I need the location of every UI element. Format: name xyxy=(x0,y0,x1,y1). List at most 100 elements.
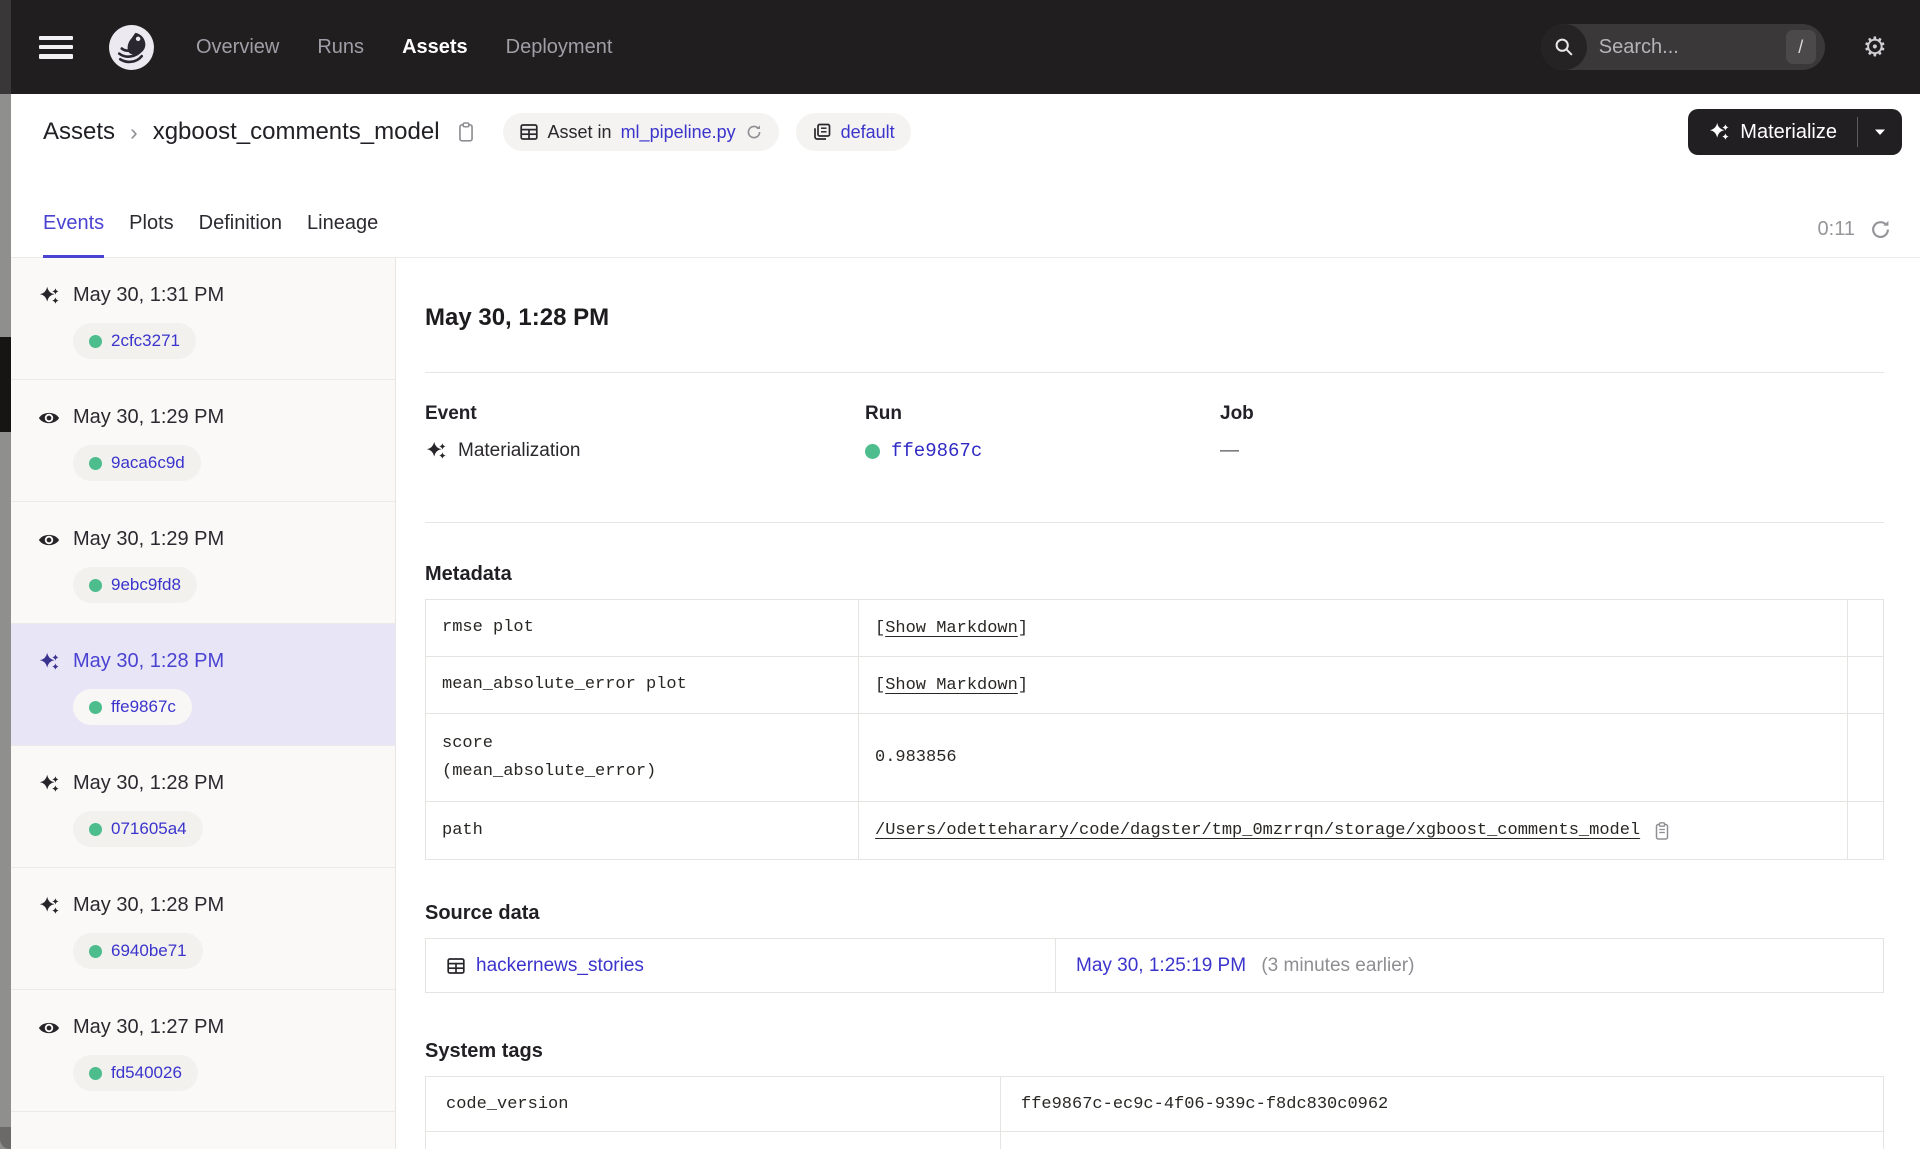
metadata-key: rmse plot xyxy=(425,599,859,657)
event-time: May 30, 1:28 PM xyxy=(73,894,225,916)
metadata-key: score (mean_absolute_error) xyxy=(425,713,859,802)
event-time: May 30, 1:28 PM xyxy=(73,650,225,672)
tab-plots[interactable]: Plots xyxy=(129,212,173,258)
run-id-link[interactable]: ffe9867c xyxy=(891,440,982,462)
event-list: May 30, 1:31 PM 2cfc3271 May 30, 1:29 PM… xyxy=(11,258,396,1149)
materialization-sparkle-icon xyxy=(39,774,59,792)
nav-item-assets[interactable]: Assets xyxy=(402,36,468,59)
event-time: May 30, 1:27 PM xyxy=(73,1016,225,1038)
materialization-sparkle-icon xyxy=(39,286,59,304)
event-time: May 30, 1:31 PM xyxy=(73,284,225,306)
copy-path-icon[interactable] xyxy=(1652,821,1672,841)
run-status-dot xyxy=(89,456,102,470)
run-badge[interactable]: 9aca6c9d xyxy=(73,445,201,481)
repo-icon xyxy=(813,123,830,140)
reload-definitions-icon[interactable] xyxy=(745,123,763,141)
materialize-sparkle-icon xyxy=(1710,122,1729,140)
refresh-icon[interactable] xyxy=(1869,218,1892,241)
breadcrumb-assets-link[interactable]: Assets xyxy=(43,118,115,146)
source-materialization-time-link[interactable]: May 30, 1:25:19 PM xyxy=(1076,955,1246,976)
event-list-item[interactable]: May 30, 1:29 PM 9ebc9fd8 xyxy=(11,502,395,624)
source-data-table: hackernews_stories May 30, 1:25:19 PM (3… xyxy=(425,938,1884,993)
metadata-table: rmse plot [Show Markdown] mean_absolute_… xyxy=(425,599,1884,860)
tag-prefix: Asset in xyxy=(547,121,612,142)
event-time: May 30, 1:29 PM xyxy=(73,528,225,550)
run-badge[interactable]: fd540026 xyxy=(73,1055,198,1091)
nav-item-overview[interactable]: Overview xyxy=(196,36,279,59)
run-badge[interactable]: 2cfc3271 xyxy=(73,323,196,359)
search-icon xyxy=(1540,24,1587,70)
run-badge[interactable]: 6940be71 xyxy=(73,933,203,969)
event-list-item[interactable]: May 30, 1:27 PM fd540026 xyxy=(11,990,395,1112)
job-label: Job xyxy=(1220,403,1254,424)
run-badge[interactable]: 071605a4 xyxy=(73,811,203,847)
asset-table-icon xyxy=(447,957,465,974)
dagster-asset-page: Overview Runs Assets Deployment / ⚙ Asse… xyxy=(0,0,1920,1149)
show-markdown-link[interactable]: [Show Markdown] xyxy=(875,619,1028,638)
run-badge[interactable]: ffe9867c xyxy=(73,689,192,725)
materialization-sparkle-icon xyxy=(39,896,59,914)
tab-lineage[interactable]: Lineage xyxy=(307,212,378,258)
run-badge[interactable]: 9ebc9fd8 xyxy=(73,567,197,603)
nav-item-deployment[interactable]: Deployment xyxy=(506,36,613,59)
page-title: xgboost_comments_model xyxy=(152,118,440,145)
event-time: May 30, 1:29 PM xyxy=(73,406,225,428)
system-tag-row-clipped xyxy=(425,1131,1884,1149)
run-status-dot xyxy=(89,578,102,592)
event-time: May 30, 1:28 PM xyxy=(73,772,225,794)
tab-events[interactable]: Events xyxy=(43,212,105,258)
nav-links: Overview Runs Assets Deployment xyxy=(196,36,612,59)
system-tag-value: ffe9867c-ec9c-4f06-939c-f8dc830c0962 xyxy=(1000,1076,1884,1132)
materialization-sparkle-icon xyxy=(39,652,59,670)
source-data-heading: Source data xyxy=(425,902,540,924)
search-input[interactable] xyxy=(1586,35,1786,59)
settings-gear-icon[interactable]: ⚙ xyxy=(1863,33,1887,61)
copy-asset-name-icon[interactable] xyxy=(455,121,477,143)
metadata-key: path xyxy=(425,801,859,860)
event-list-item[interactable]: May 30, 1:28 PM 6940be71 xyxy=(11,868,395,990)
run-status-dot xyxy=(89,1066,102,1080)
materialize-dropdown-caret[interactable] xyxy=(1858,109,1902,155)
asset-header: Assets › xgboost_comments_model Asset in… xyxy=(11,94,1920,170)
top-nav: Overview Runs Assets Deployment / ⚙ xyxy=(11,0,1920,94)
run-status-dot xyxy=(89,944,102,958)
tab-definition[interactable]: Definition xyxy=(199,212,282,258)
event-type-value: Materialization xyxy=(458,440,581,461)
materialize-button[interactable]: Materialize xyxy=(1688,109,1902,155)
show-markdown-link[interactable]: [Show Markdown] xyxy=(875,676,1028,695)
tab-bar: Events Plots Definition Lineage 0:11 xyxy=(11,170,1920,258)
event-detail-pane: May 30, 1:28 PM Event Materialization Ru… xyxy=(396,258,1920,1149)
run-status-dot xyxy=(89,334,102,348)
window-edge xyxy=(0,0,11,1149)
nav-item-runs[interactable]: Runs xyxy=(317,36,364,59)
system-tags-table: code_version ffe9867c-ec9c-4f06-939c-f8d… xyxy=(425,1076,1884,1149)
run-status-dot xyxy=(89,700,102,714)
materialization-sparkle-icon xyxy=(426,441,446,459)
repo-location-tag[interactable]: default xyxy=(795,113,911,151)
pipeline-file-link[interactable]: ml_pipeline.py xyxy=(621,122,736,143)
repo-default-link[interactable]: default xyxy=(841,122,895,143)
observation-eye-icon xyxy=(38,1022,60,1033)
event-label: Event xyxy=(425,403,477,424)
storage-path-link[interactable]: /Users/odetteharary/code/dagster/tmp_0mz… xyxy=(875,821,1640,840)
event-list-item[interactable]: May 30, 1:31 PM 2cfc3271 xyxy=(11,258,395,380)
run-status-dot xyxy=(89,822,102,836)
observation-eye-icon xyxy=(38,412,60,423)
event-list-item-selected[interactable]: May 30, 1:28 PM ffe9867c xyxy=(11,624,395,746)
run-status-dot xyxy=(865,443,880,459)
menu-icon[interactable] xyxy=(39,35,73,59)
asset-in-file-tag[interactable]: Asset in ml_pipeline.py xyxy=(502,113,779,151)
search-shortcut-key: / xyxy=(1785,30,1816,64)
source-asset-link[interactable]: hackernews_stories xyxy=(446,955,1035,977)
search-bar[interactable]: / xyxy=(1540,24,1825,70)
system-tags-heading: System tags xyxy=(425,1040,543,1062)
run-label: Run xyxy=(865,403,902,424)
event-list-item[interactable]: May 30, 1:28 PM 071605a4 xyxy=(11,746,395,868)
source-relative-time: (3 minutes earlier) xyxy=(1261,954,1415,976)
asset-table-icon xyxy=(519,124,538,140)
event-list-item[interactable]: May 30, 1:29 PM 9aca6c9d xyxy=(11,380,395,502)
system-tag-key: code_version xyxy=(425,1076,1001,1132)
dagster-logo[interactable] xyxy=(107,23,156,72)
metadata-value: 0.983856 xyxy=(858,713,1848,802)
event-detail-title: May 30, 1:28 PM xyxy=(425,304,610,331)
